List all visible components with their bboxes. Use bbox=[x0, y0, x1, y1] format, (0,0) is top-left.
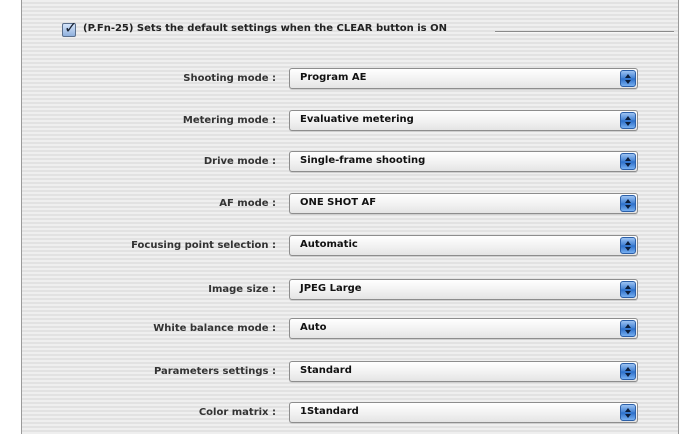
parameters-settings-popup[interactable]: Standard bbox=[289, 361, 638, 382]
shooting-mode-label: Shooting mode : bbox=[183, 73, 276, 84]
metering-mode-label: Metering mode : bbox=[182, 115, 276, 126]
image-size-row: Image size : JPEG Large bbox=[0, 279, 695, 305]
drive-mode-value: Single-frame shooting bbox=[300, 155, 426, 166]
af-mode-value: ONE SHOT AF bbox=[300, 197, 377, 208]
drive-mode-row: Drive mode : Single-frame shooting bbox=[0, 151, 695, 177]
drive-mode-popup[interactable]: Single-frame shooting bbox=[289, 151, 638, 172]
shooting-mode-row: Shooting mode : Program AE bbox=[0, 68, 695, 94]
clear-defaults-checkbox[interactable]: ✓ bbox=[62, 18, 77, 37]
white-balance-row: White balance mode : Auto bbox=[0, 318, 695, 344]
focusing-point-value: Automatic bbox=[300, 239, 358, 250]
parameters-settings-row: Parameters settings : Standard bbox=[0, 361, 695, 387]
metering-mode-row: Metering mode : Evaluative metering bbox=[0, 110, 695, 136]
up-down-arrows-icon bbox=[620, 320, 636, 337]
af-mode-popup[interactable]: ONE SHOT AF bbox=[289, 193, 638, 214]
white-balance-label: White balance mode : bbox=[153, 323, 276, 334]
af-mode-row: AF mode : ONE SHOT AF bbox=[0, 193, 695, 219]
parameters-settings-value: Standard bbox=[300, 365, 352, 376]
up-down-arrows-icon bbox=[620, 281, 636, 298]
metering-mode-value: Evaluative metering bbox=[300, 114, 414, 125]
focusing-point-label: Focusing point selection : bbox=[131, 240, 276, 251]
clear-defaults-label: (P.Fn-25) Sets the default settings when… bbox=[83, 23, 447, 34]
up-down-arrows-icon bbox=[620, 237, 636, 254]
image-size-value: JPEG Large bbox=[300, 283, 362, 294]
focusing-point-popup[interactable]: Automatic bbox=[289, 235, 638, 256]
white-balance-popup[interactable]: Auto bbox=[289, 318, 638, 339]
image-size-popup[interactable]: JPEG Large bbox=[289, 279, 638, 300]
checkmark-icon: ✓ bbox=[64, 18, 78, 37]
drive-mode-label: Drive mode : bbox=[203, 156, 276, 167]
up-down-arrows-icon bbox=[620, 112, 636, 129]
parameters-settings-label: Parameters settings : bbox=[153, 366, 276, 377]
shooting-mode-value: Program AE bbox=[300, 72, 367, 83]
shooting-mode-popup[interactable]: Program AE bbox=[289, 68, 638, 89]
up-down-arrows-icon bbox=[620, 195, 636, 212]
color-matrix-row: Color matrix : 1Standard bbox=[0, 402, 695, 428]
af-mode-label: AF mode : bbox=[219, 198, 276, 209]
up-down-arrows-icon bbox=[620, 153, 636, 170]
focusing-point-row: Focusing point selection : Automatic bbox=[0, 235, 695, 261]
image-size-label: Image size : bbox=[208, 284, 276, 295]
up-down-arrows-icon bbox=[620, 363, 636, 380]
metering-mode-popup[interactable]: Evaluative metering bbox=[289, 110, 638, 131]
white-balance-value: Auto bbox=[300, 322, 327, 333]
up-down-arrows-icon bbox=[620, 404, 636, 421]
color-matrix-popup[interactable]: 1Standard bbox=[289, 402, 638, 423]
color-matrix-label: Color matrix : bbox=[198, 407, 276, 418]
group-separator-line bbox=[495, 31, 674, 33]
color-matrix-value: 1Standard bbox=[300, 406, 359, 417]
clear-defaults-group-header: ✓ (P.Fn-25) Sets the default settings wh… bbox=[62, 18, 676, 43]
up-down-arrows-icon bbox=[620, 70, 636, 87]
